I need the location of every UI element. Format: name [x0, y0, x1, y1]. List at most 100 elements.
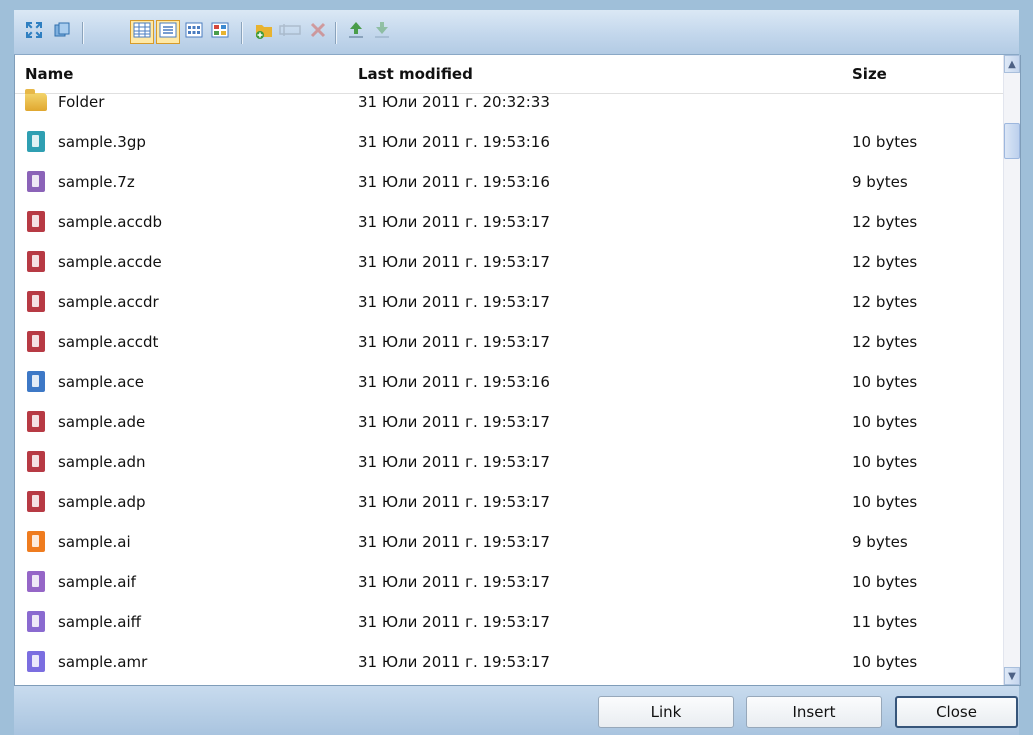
table-row[interactable]: sample.accdr 31 Юли 2011 г. 19:53:17 12 by… [15, 282, 1005, 322]
column-header-size[interactable]: Size [852, 65, 887, 83]
file-size: 10 bytes [852, 413, 918, 431]
file-size: 12 bytes [852, 213, 918, 231]
access-file-icon [27, 491, 45, 512]
audio-file-icon [27, 611, 45, 632]
file-modified: 31 Юли 2011 г. 19:53:17 [358, 493, 550, 511]
file-modified: 31 Юли 2011 г. 19:53:17 [358, 533, 550, 551]
link-button[interactable]: Link [598, 696, 734, 728]
expand-button[interactable] [22, 20, 46, 44]
delete-icon [309, 21, 327, 43]
tiles-view-icon [211, 22, 229, 42]
new-folder-icon [254, 20, 274, 44]
access-file-icon [27, 451, 45, 472]
rename-icon [279, 22, 301, 42]
access-file-icon [27, 211, 45, 232]
file-modified: 31 Юли 2011 г. 19:53:17 [358, 333, 550, 351]
table-row[interactable]: sample.ai 31 Юли 2011 г. 19:53:17 9 bytes [15, 522, 1005, 562]
access-file-icon [27, 411, 45, 432]
file-modified: 31 Юли 2011 г. 19:53:16 [358, 133, 550, 151]
column-header-name[interactable]: Name [25, 65, 73, 83]
file-name: sample.accde [58, 253, 162, 271]
file-size: 10 bytes [852, 653, 918, 671]
toolbar-separator [335, 22, 337, 44]
archive-file-icon [27, 171, 45, 192]
file-grid: Name Last modified Size Folder 31 Юли 201… [14, 55, 1021, 686]
file-size: 11 bytes [852, 613, 918, 631]
file-name: sample.ace [58, 373, 144, 391]
file-size: 12 bytes [852, 293, 918, 311]
insert-button[interactable]: Insert [746, 696, 882, 728]
download-icon [373, 20, 391, 44]
file-modified: 31 Юли 2011 г. 20:32:33 [358, 93, 550, 111]
audio-file-icon [27, 651, 45, 672]
column-header-last-modified[interactable]: Last modified [358, 65, 473, 83]
chevron-up-icon: ▲ [1008, 58, 1016, 70]
refresh-button[interactable] [50, 20, 74, 44]
refresh-icon [52, 20, 72, 44]
audio-file-icon [27, 571, 45, 592]
file-name: sample.adp [58, 493, 146, 511]
scroll-down-button[interactable]: ▼ [1004, 667, 1020, 685]
file-size: 10 bytes [852, 373, 918, 391]
file-size: 12 bytes [852, 253, 918, 271]
list-view-button[interactable] [156, 20, 180, 44]
file-modified: 31 Юли 2011 г. 19:53:17 [358, 413, 550, 431]
table-row[interactable]: sample.adn 31 Юли 2011 г. 19:53:17 10 byte… [15, 442, 1005, 482]
details-view-button[interactable] [182, 20, 206, 44]
file-name: sample.accdr [58, 293, 159, 311]
table-row[interactable]: sample.ade 31 Юли 2011 г. 19:53:17 10 byte… [15, 402, 1005, 442]
access-file-icon [27, 331, 45, 352]
dialog-footer: Link Insert Close [14, 686, 1019, 735]
delete-button[interactable] [306, 20, 330, 44]
scroll-thumb[interactable] [1004, 123, 1020, 159]
file-name: sample.aiff [58, 613, 141, 631]
file-modified: 31 Юли 2011 г. 19:53:16 [358, 373, 550, 391]
table-row[interactable]: Folder 31 Юли 2011 г. 20:32:33 [15, 82, 1005, 122]
file-name: sample.amr [58, 653, 148, 671]
table-row[interactable]: sample.adp 31 Юли 2011 г. 19:53:17 10 byte… [15, 482, 1005, 522]
toolbar [14, 10, 1019, 55]
file-name: sample.accdt [58, 333, 159, 351]
close-button[interactable]: Close [895, 696, 1018, 728]
details-view-icon [185, 22, 203, 42]
file-name: sample.aif [58, 573, 136, 591]
table-row[interactable]: sample.ace 31 Юли 2011 г. 19:53:16 10 byte… [15, 362, 1005, 402]
scroll-up-button[interactable]: ▲ [1004, 55, 1020, 73]
rename-button[interactable] [278, 20, 302, 44]
table-row[interactable]: sample.accdb 31 Юли 2011 г. 19:53:17 12 by… [15, 202, 1005, 242]
file-size: 10 bytes [852, 133, 918, 151]
file-name: sample.accdb [58, 213, 163, 231]
file-size: 9 bytes [852, 533, 908, 551]
file-modified: 31 Юли 2011 г. 19:53:17 [358, 453, 550, 471]
file-size: 10 bytes [852, 493, 918, 511]
chevron-down-icon: ▼ [1008, 670, 1016, 682]
video-file-icon [27, 131, 45, 152]
tiles-view-button[interactable] [208, 20, 232, 44]
illustrator-file-icon [27, 531, 45, 552]
table-row[interactable]: sample.accdt 31 Юли 2011 г. 19:53:17 12 by… [15, 322, 1005, 362]
access-file-icon [27, 251, 45, 272]
list-view-icon [159, 22, 177, 42]
file-name: sample.3gp [58, 133, 146, 151]
file-modified: 31 Юли 2011 г. 19:53:17 [358, 253, 550, 271]
thumbnails-view-button[interactable] [130, 20, 154, 44]
table-row[interactable]: sample.amr 31 Юли 2011 г. 19:53:17 10 byte… [15, 642, 1005, 682]
file-modified: 31 Юли 2011 г. 19:53:17 [358, 293, 550, 311]
file-modified: 31 Юли 2011 г. 19:53:17 [358, 653, 550, 671]
upload-icon [347, 20, 365, 44]
upload-button[interactable] [344, 20, 368, 44]
vertical-scrollbar[interactable]: ▲ ▼ [1003, 55, 1020, 685]
table-row[interactable]: sample.7z 31 Юли 2011 г. 19:53:16 9 bytes [15, 162, 1005, 202]
table-row[interactable]: sample.aif 31 Юли 2011 г. 19:53:17 10 byte… [15, 562, 1005, 602]
access-file-icon [27, 291, 45, 312]
table-row[interactable]: sample.3gp 31 Юли 2011 г. 19:53:16 10 byte… [15, 122, 1005, 162]
file-name: Folder [58, 93, 105, 111]
new-folder-button[interactable] [252, 20, 276, 44]
table-row[interactable]: sample.aiff 31 Юли 2011 г. 19:53:17 11 byt… [15, 602, 1005, 642]
file-modified: 31 Юли 2011 г. 19:53:17 [358, 213, 550, 231]
table-row[interactable]: sample.accde 31 Юли 2011 г. 19:53:17 12 by… [15, 242, 1005, 282]
folder-file-icon [25, 89, 47, 111]
download-button[interactable] [370, 20, 394, 44]
toolbar-separator [82, 22, 84, 44]
file-name: sample.adn [58, 453, 146, 471]
